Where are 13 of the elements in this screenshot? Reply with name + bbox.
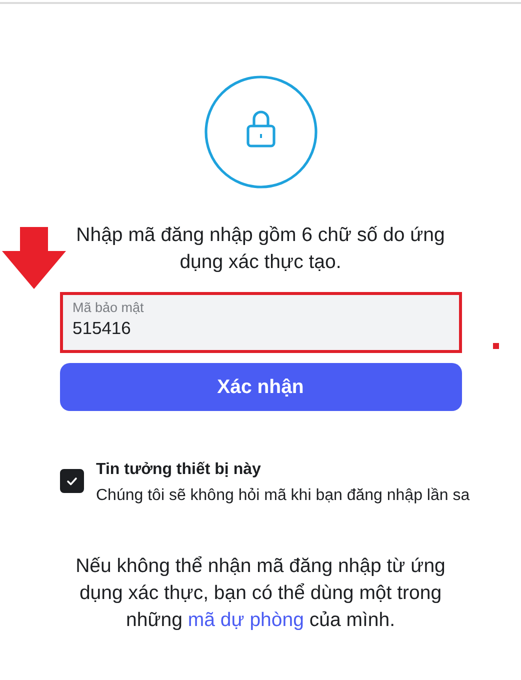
security-code-field[interactable]: Mã bảo mật 515416 — [60, 292, 462, 353]
trust-title: Tin tưởng thiết bị này — [96, 460, 262, 480]
confirm-button[interactable]: Xác nhận — [60, 363, 462, 411]
trust-checkbox[interactable] — [60, 469, 84, 493]
dot-mark — [493, 343, 499, 349]
backup-code-text: Nếu không thể nhận mã đăng nhập từ ứng dụng xác thực, bạn có thể dùng một trong những mã dự phòng của mình. — [74, 554, 446, 633]
instruction-text: Nhập mã đăng nhập gồm 6 chữ số do ứng dụng xác thực tạo. — [75, 223, 446, 275]
field-label: Mã bảo mật — [72, 299, 145, 317]
code-input[interactable]: 515416 — [72, 317, 448, 339]
backup-code-link[interactable]: mã dự phòng — [188, 609, 304, 631]
arrow-annotation-icon — [2, 227, 66, 289]
lock-icon — [202, 74, 318, 190]
trust-description: Chúng tôi sẽ không hỏi mã khi bạn đăng nhập lần sa — [96, 486, 470, 506]
